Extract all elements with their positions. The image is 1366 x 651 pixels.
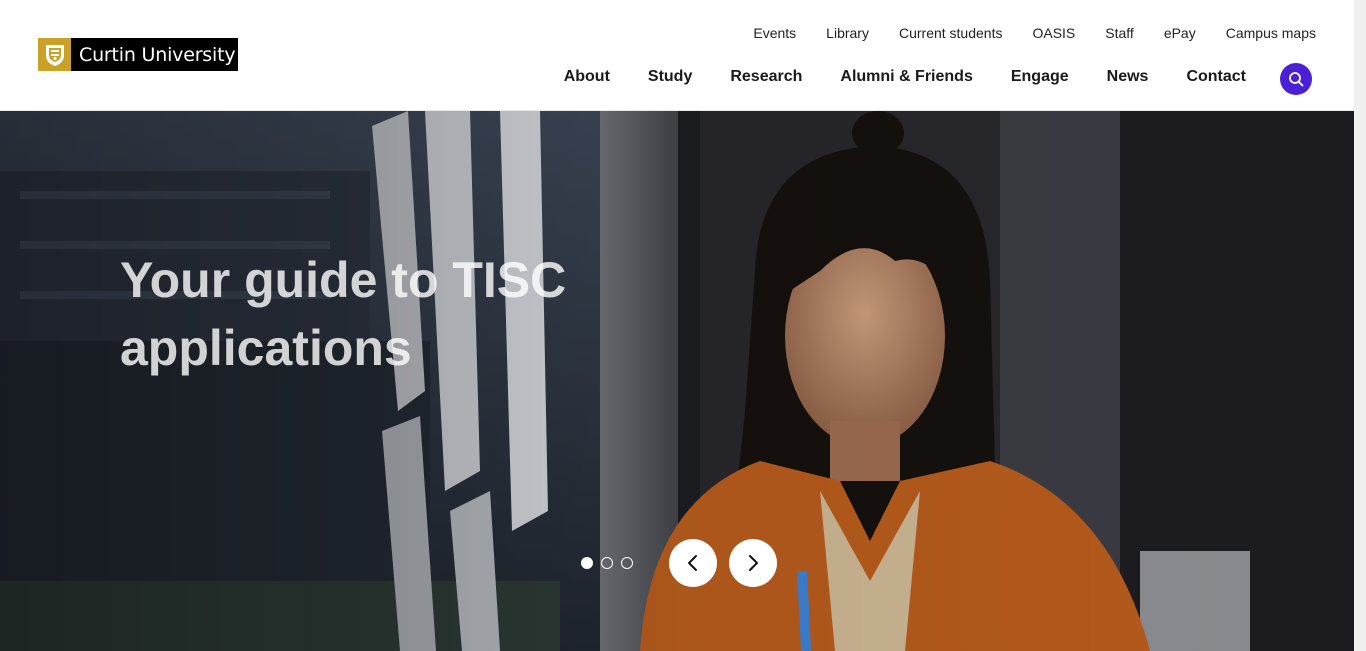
chevron-right-icon	[749, 555, 758, 571]
hero-title: Your guide to TISC applications	[120, 252, 567, 376]
utility-link-campus-maps[interactable]: Campus maps	[1226, 25, 1316, 41]
carousel-prev-button[interactable]	[669, 539, 717, 587]
nav-engage[interactable]: Engage	[1011, 68, 1069, 86]
chevron-left-icon	[688, 555, 697, 571]
carousel-dot-1[interactable]	[581, 557, 593, 569]
search-icon	[1289, 72, 1304, 87]
nav-alumni-friends[interactable]: Alumni & Friends	[840, 68, 972, 86]
utility-link-epay[interactable]: ePay	[1164, 25, 1196, 41]
nav-study[interactable]: Study	[648, 68, 692, 86]
utility-link-staff[interactable]: Staff	[1105, 25, 1134, 41]
utility-link-oasis[interactable]: OASIS	[1032, 25, 1075, 41]
carousel-next-button[interactable]	[729, 539, 777, 587]
nav-contact[interactable]: Contact	[1186, 68, 1246, 86]
nav-research[interactable]: Research	[730, 68, 802, 86]
curtin-logo[interactable]: Curtin University	[38, 38, 238, 71]
hero-carousel: Your guide to TISC applications	[0, 111, 1354, 651]
scrollbar[interactable]	[1354, 0, 1366, 651]
carousel-dots	[581, 557, 633, 569]
nav-about[interactable]: About	[564, 68, 610, 86]
carousel-dot-3[interactable]	[621, 557, 633, 569]
site-header: Curtin University Events Library Current…	[0, 0, 1354, 111]
main-nav: About Study Research Alumni & Friends En…	[564, 68, 1246, 86]
carousel-dot-2[interactable]	[601, 557, 613, 569]
utility-link-library[interactable]: Library	[826, 25, 869, 41]
utility-link-events[interactable]: Events	[753, 25, 796, 41]
utility-nav: Events Library Current students OASIS St…	[753, 25, 1316, 41]
crest-icon	[38, 38, 71, 71]
nav-news[interactable]: News	[1107, 68, 1149, 86]
search-button[interactable]	[1280, 63, 1312, 95]
utility-link-current-students[interactable]: Current students	[899, 25, 1003, 41]
logo-text: Curtin University	[79, 43, 236, 66]
